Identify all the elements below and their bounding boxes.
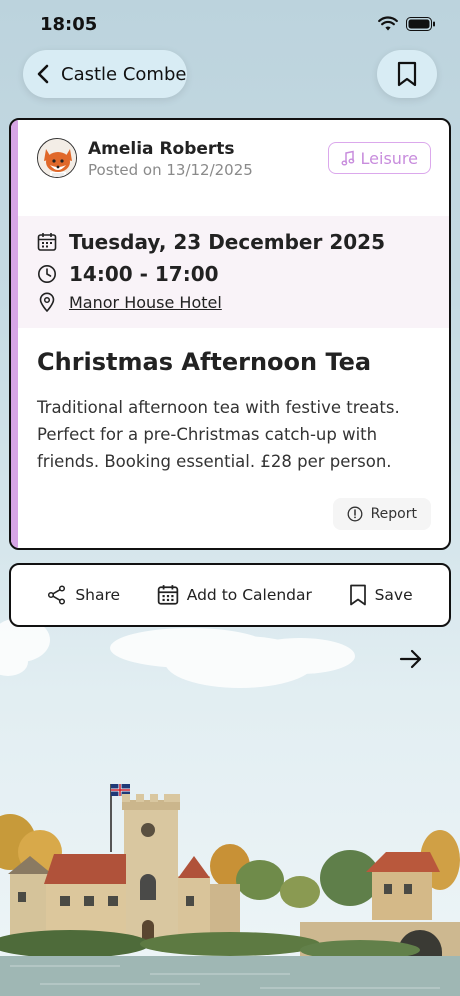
wifi-icon xyxy=(378,16,398,31)
category-tag[interactable]: Leisure xyxy=(327,142,431,174)
chevron-left-icon xyxy=(37,64,49,84)
card-accent-bar xyxy=(11,120,18,548)
category-tag-label: Leisure xyxy=(360,148,418,168)
arrow-right-icon[interactable] xyxy=(398,646,424,672)
status-bar: 18:05 xyxy=(0,0,460,48)
calendar-icon xyxy=(157,585,178,605)
battery-icon xyxy=(406,17,435,31)
status-icons xyxy=(378,16,436,32)
event-date: Tuesday, 23 December 2025 xyxy=(69,230,385,254)
share-icon xyxy=(48,585,66,605)
event-card: Amelia Roberts Posted on 13/12/2025 Leis… xyxy=(9,118,451,550)
share-label: Share xyxy=(75,586,121,604)
map-pin-icon xyxy=(39,292,55,312)
event-date-row: Tuesday, 23 December 2025 xyxy=(37,230,385,254)
avatar[interactable] xyxy=(37,138,77,178)
event-time: 14:00 - 17:00 xyxy=(69,262,219,286)
report-label: Report xyxy=(370,506,417,522)
action-bar: Share Add to Calendar Save xyxy=(9,563,451,627)
add-to-calendar-label: Add to Calendar xyxy=(186,586,312,604)
back-button[interactable]: Castle Combe xyxy=(23,50,187,98)
share-button[interactable]: Share xyxy=(47,585,120,605)
status-time: 18:05 xyxy=(40,14,98,35)
clock-icon xyxy=(38,265,56,283)
event-location-link[interactable]: Manor House Hotel xyxy=(69,293,222,312)
save-button[interactable]: Save xyxy=(349,584,413,606)
alert-circle-icon xyxy=(347,506,363,522)
save-label: Save xyxy=(374,586,413,604)
bookmark-icon xyxy=(349,584,366,606)
fox-avatar-icon xyxy=(38,139,76,177)
author-name: Amelia Roberts xyxy=(88,139,235,159)
event-details: Tuesday, 23 December 2025 14:00 - 17:00 … xyxy=(18,216,449,328)
calendar-icon xyxy=(37,233,57,251)
event-description: Traditional afternoon tea with festive t… xyxy=(37,398,400,471)
posted-date: Posted on 13/12/2025 xyxy=(88,161,253,179)
report-button[interactable]: Report xyxy=(332,498,431,530)
event-time-row: 14:00 - 17:00 xyxy=(37,262,219,286)
bookmark-button[interactable] xyxy=(377,50,437,98)
music-note-icon xyxy=(341,150,354,166)
add-to-calendar-button[interactable]: Add to Calendar xyxy=(157,584,312,606)
back-label: Castle Combe xyxy=(61,63,187,85)
author-row: Amelia Roberts Posted on 13/12/2025 Leis… xyxy=(37,138,431,182)
event-location-row[interactable]: Manor House Hotel xyxy=(37,292,222,312)
event-title: Christmas Afternoon Tea xyxy=(37,348,372,376)
bookmark-icon xyxy=(397,61,417,87)
